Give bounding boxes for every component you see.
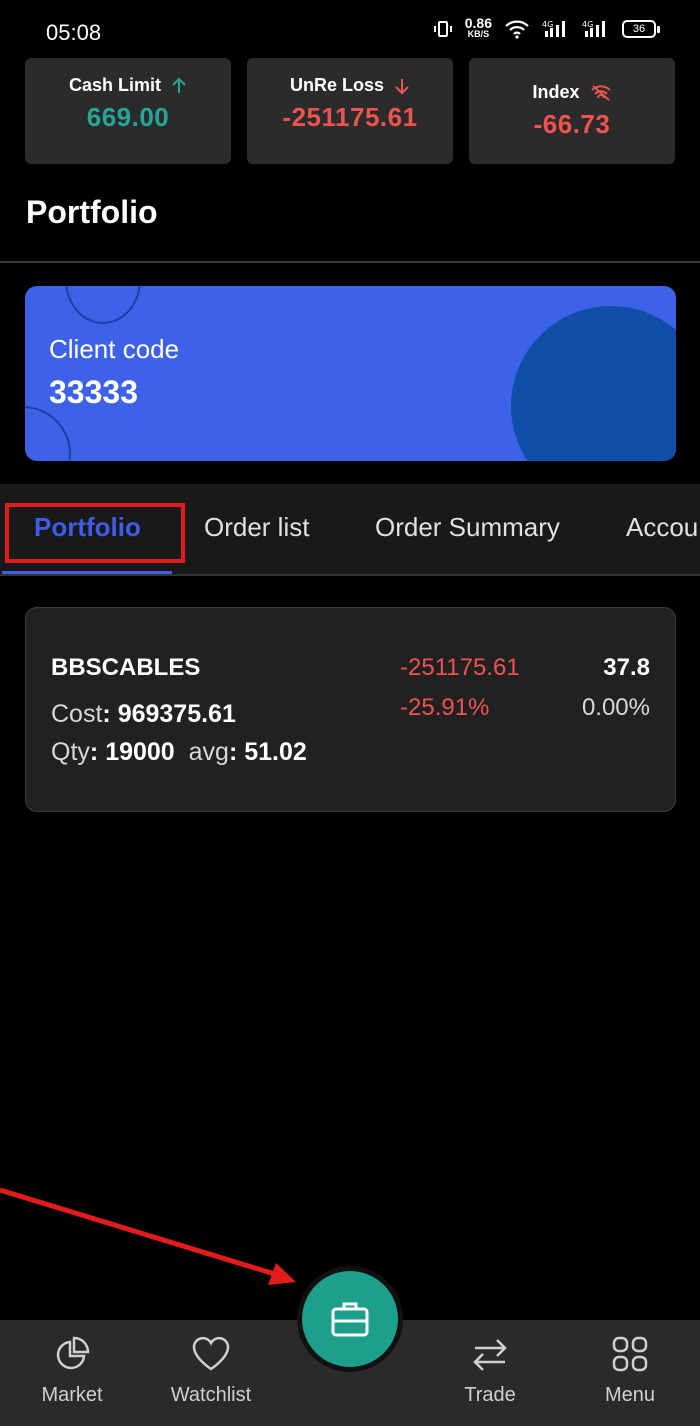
client-code-label: Client code [49,334,180,364]
annotation-arrow [0,1187,296,1285]
cash-limit-card[interactable]: Cash Limit 669.00 [25,58,231,164]
nav-market[interactable]: Market [2,1320,142,1426]
unrealized-loss-value: -251175.61 [282,102,418,132]
tab-account[interactable]: Accou [626,512,698,543]
briefcase-icon [331,1302,369,1337]
network-speed: 0.86 KB/S [464,15,492,39]
decorative-circle [25,406,71,461]
client-code-value: 33333 [49,374,138,410]
holding-cost: Cost: 969375.61 [51,700,236,728]
status-time: 05:08 [46,20,102,45]
summary-cards: Cash Limit 669.00 UnRe Loss -251175.61 I… [25,58,675,164]
grid-icon [612,1336,648,1372]
decorative-circle [65,286,141,324]
heart-icon [192,1336,230,1371]
index-card[interactable]: Index -66.73 [469,58,675,164]
holding-ltp: 37.8 [603,654,650,681]
holding-pl-percent: -25.91% [400,694,490,721]
nav-watchlist[interactable]: Watchlist [141,1320,281,1426]
cash-limit-value: 669.00 [86,102,170,132]
signal-4g-icon: 4G [582,20,605,37]
holding-card[interactable]: BBSCABLES Cost: 969375.61 Qty: 19000 avg… [25,607,676,812]
arrow-down-icon [395,78,409,94]
decorative-circle [511,306,676,461]
signal-4g-icon: 4G [542,20,565,37]
tab-order-summary[interactable]: Order Summary [375,512,560,543]
client-card: Client code 33333 [25,286,676,461]
tab-order-list[interactable]: Order list [204,512,309,543]
unrealized-loss-label: UnRe Loss [289,75,385,95]
portfolio-fab-button[interactable] [297,1266,403,1372]
cash-limit-label: Cash Limit [68,75,161,95]
index-label: Index [532,82,580,102]
swap-arrows-icon [473,1339,507,1371]
arrow-up-icon [172,77,186,93]
tab-indicator [2,571,172,574]
annotation-highlight-box [5,503,185,563]
nav-menu[interactable]: Menu [560,1320,700,1426]
battery-icon: 36 [622,20,660,38]
holding-pl: -251175.61 [400,654,520,681]
status-icons: 0.86 KB/S 4G 4G 36 [433,15,660,40]
vibrate-icon [433,21,452,37]
page-title: Portfolio [26,194,158,230]
index-value: -66.73 [533,109,611,139]
svg-text:4G: 4G [542,20,553,29]
holding-change-percent: 0.00% [581,694,650,721]
svg-text:4G: 4G [582,20,593,29]
status-bar: 05:08 0.86 KB/S 4G 4G 36 [0,0,700,60]
nav-trade[interactable]: Trade [420,1320,560,1426]
divider [0,261,700,263]
wifi-off-icon [590,84,611,101]
holding-symbol: BBSCABLES [51,654,201,681]
holding-qty-avg: Qty: 19000 avg: 51.02 [51,738,307,766]
pie-chart-icon [56,1336,90,1370]
unrealized-loss-card[interactable]: UnRe Loss -251175.61 [247,58,453,164]
wifi-icon [505,20,529,39]
